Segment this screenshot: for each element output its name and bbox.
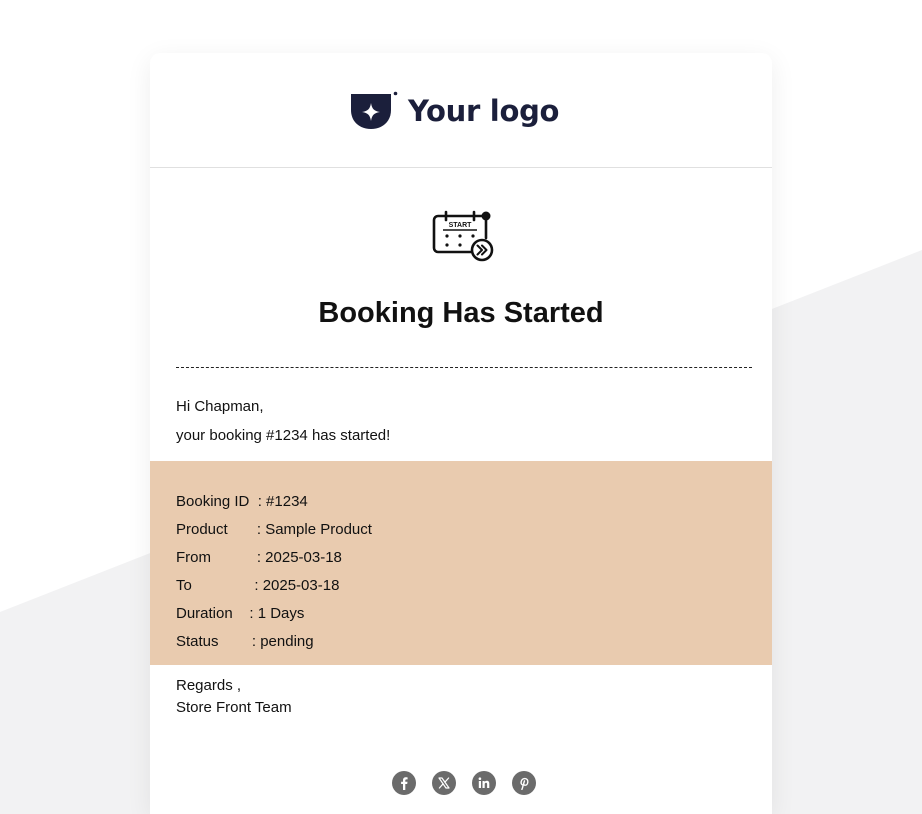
detail-to: To : 2025-03-18: [176, 577, 340, 594]
detail-booking-id: Booking ID : #1234: [176, 493, 308, 510]
detail-product: Product : Sample Product: [176, 521, 372, 538]
detail-status: Status : pending: [176, 633, 314, 650]
logo-header: Your logo: [150, 53, 772, 168]
social-links: [392, 771, 536, 795]
brand-logo[interactable]: Your logo: [350, 91, 559, 131]
page-title: Booking Has Started: [318, 297, 604, 329]
booking-message: your booking #1234 has started!: [176, 427, 391, 444]
linkedin-icon[interactable]: [472, 771, 496, 795]
booking-details-panel: Booking ID : #1234 Product : Sample Prod…: [150, 461, 772, 665]
dashed-divider: [176, 367, 752, 368]
team-signature: Store Front Team: [176, 699, 292, 716]
regards-text: Regards ,: [176, 677, 242, 694]
x-twitter-icon[interactable]: [432, 771, 456, 795]
pinterest-icon[interactable]: [512, 771, 536, 795]
calendar-start-icon: START: [432, 210, 494, 262]
greeting-text: Hi Chapman,: [176, 398, 264, 415]
logo-text: Your logo: [408, 94, 560, 128]
shield-star-icon: [351, 91, 398, 129]
facebook-icon[interactable]: [392, 771, 416, 795]
email-card: Your logo START Booking Has Started Hi C…: [150, 53, 772, 814]
detail-from: From : 2025-03-18: [176, 549, 342, 566]
calendar-icon-label: START: [449, 222, 473, 229]
detail-duration: Duration : 1 Days: [176, 605, 305, 622]
